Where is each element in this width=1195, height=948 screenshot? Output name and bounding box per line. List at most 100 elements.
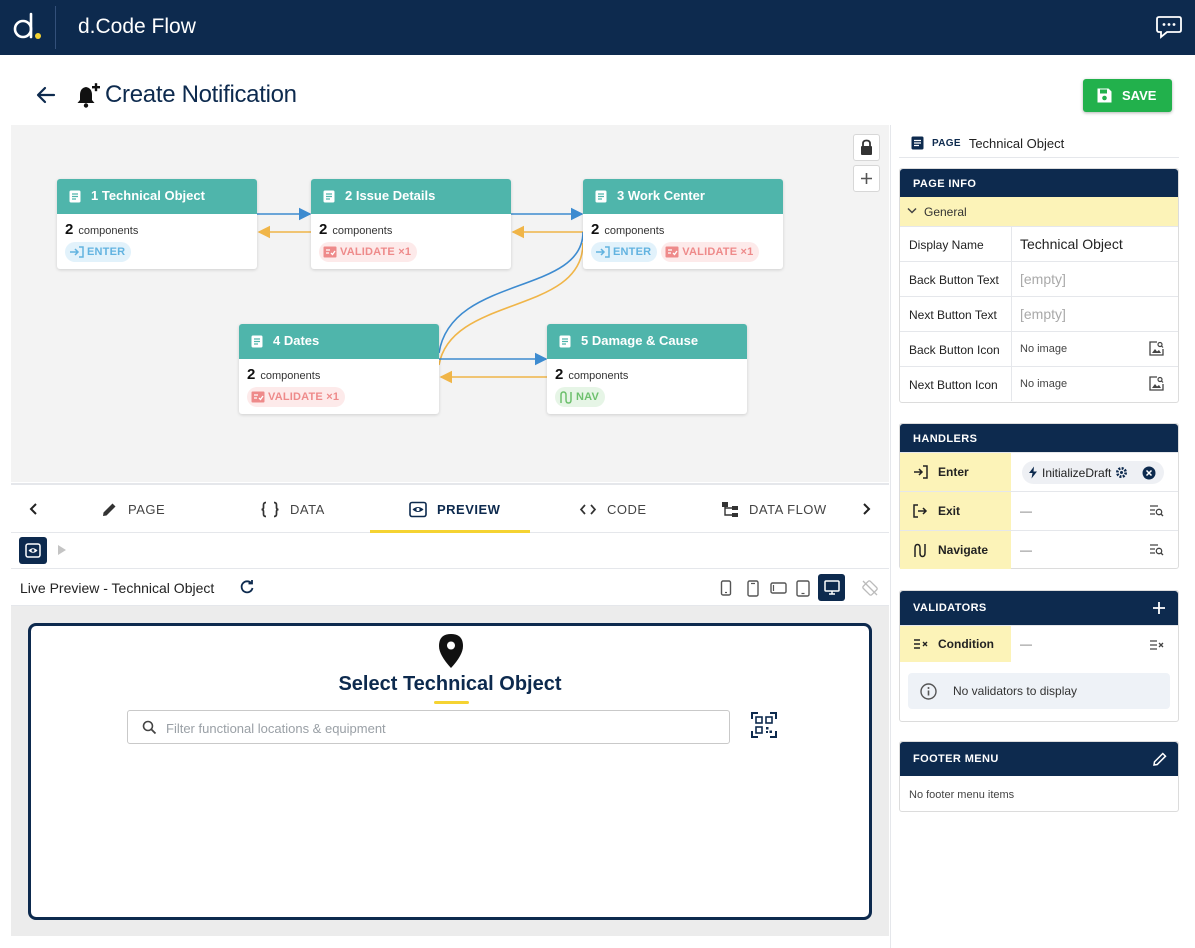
node-title: 3 Work Center (617, 188, 705, 203)
node-header: 4 Dates (239, 324, 439, 359)
chat-icon[interactable] (1155, 14, 1183, 40)
enter-icon (70, 246, 84, 258)
selection-header: PAGE Technical Object (911, 133, 1064, 153)
floppy-disk-icon (1097, 88, 1112, 103)
node-component-count: 2 components (247, 366, 321, 383)
select-handler-icon[interactable] (1149, 543, 1164, 556)
validator-condition-row: Condition — (900, 625, 1178, 662)
page-icon (251, 335, 263, 348)
edit-footer-icon[interactable] (1152, 751, 1168, 767)
handler-enter-row: Enter InitializeDraft (900, 452, 1178, 491)
validate-badge: VALIDATE ×1 (319, 242, 418, 262)
next-button-text-row[interactable]: Next Button Text [empty] (900, 296, 1178, 331)
node-title: 2 Issue Details (345, 188, 436, 203)
tab-preview[interactable]: PREVIEW (409, 485, 500, 533)
back-arrow-icon[interactable] (35, 85, 57, 105)
search-input[interactable] (166, 717, 716, 739)
editor-tabs: PAGE DATA PREVIEW CODE DATA FLOW (11, 483, 889, 533)
node-header: 1 Technical Object (57, 179, 257, 214)
selection-kind: PAGE (932, 137, 961, 149)
remove-handler-icon[interactable] (1142, 466, 1156, 480)
lock-icon (861, 139, 872, 155)
page-header: Create Notification SAVE (0, 55, 1195, 125)
gear-icon[interactable] (1115, 466, 1128, 479)
select-condition-icon[interactable] (1149, 638, 1165, 651)
footer-empty-message: No footer menu items (909, 789, 1015, 801)
app-logo (13, 12, 41, 39)
lock-button[interactable] (853, 134, 880, 161)
next-button-icon-row: Next Button Icon No image (900, 366, 1178, 401)
node-component-count: 2 components (65, 221, 139, 238)
bolt-icon (1029, 466, 1037, 479)
handler-chip-initialize-draft[interactable]: InitializeDraft (1022, 461, 1164, 484)
zoom-in-button[interactable] (853, 165, 880, 192)
functional-location-search[interactable] (127, 710, 730, 744)
tab-scroll-left-icon[interactable] (24, 499, 44, 519)
preview-mode-button[interactable] (19, 537, 47, 564)
device-phone-small-button[interactable] (713, 575, 739, 601)
node-title: 4 Dates (273, 333, 320, 348)
route-icon (560, 390, 572, 404)
node-title: 5 Damage & Cause (581, 333, 699, 348)
back-button-text-value[interactable]: [empty] (1020, 271, 1066, 287)
refresh-icon[interactable] (238, 578, 256, 596)
braces-icon (261, 501, 279, 517)
flow-node-technical-object[interactable]: 1 Technical Object 2 components ENTER (57, 179, 257, 269)
back-button-text-row[interactable]: Back Button Text [empty] (900, 261, 1178, 296)
phone-landscape-icon (769, 582, 787, 594)
display-name-value[interactable]: Technical Object (1020, 236, 1123, 252)
preview-area: Select Technical Object (11, 606, 889, 936)
general-group-toggle[interactable]: General (900, 197, 1178, 226)
next-button-text-value[interactable]: [empty] (1020, 306, 1066, 322)
enter-badge: ENTER (65, 242, 132, 262)
page-icon (69, 190, 81, 203)
save-button[interactable]: SAVE (1083, 79, 1172, 112)
tab-scroll-right-icon[interactable] (856, 499, 876, 519)
node-component-count: 2 components (319, 221, 393, 238)
page-icon (595, 190, 607, 203)
desktop-icon (823, 580, 840, 595)
qr-scan-icon[interactable] (751, 712, 777, 738)
device-phone-button[interactable] (740, 575, 766, 601)
rotate-button[interactable] (857, 575, 883, 601)
panel-divider (899, 157, 1179, 158)
tab-code[interactable]: CODE (579, 485, 647, 533)
tab-data-flow[interactable]: DATA FLOW (721, 485, 827, 533)
device-frame: Select Technical Object (28, 623, 872, 920)
next-button-icon-value: No image (1020, 378, 1068, 390)
chevron-down-icon (907, 207, 917, 214)
topbar-divider (55, 6, 56, 49)
handler-exit-value: — (1020, 504, 1032, 518)
validator-condition-value: — (1020, 637, 1032, 651)
device-tablet-button[interactable] (790, 575, 816, 601)
save-label: SAVE (1122, 88, 1157, 103)
handler-chip-label: InitializeDraft (1042, 465, 1112, 480)
app-title: d.Code Flow (78, 15, 196, 38)
node-header: 5 Damage & Cause (547, 324, 747, 359)
page-info-card: PAGE INFO General Display Name Technical… (899, 168, 1179, 403)
select-handler-icon[interactable] (1149, 504, 1164, 517)
eye-icon (25, 543, 41, 558)
flow-node-work-center[interactable]: 3 Work Center 2 components ENTER VALIDAT… (583, 179, 783, 269)
condition-icon (914, 639, 928, 649)
eye-icon (409, 501, 427, 517)
flow-node-damage-cause[interactable]: 5 Damage & Cause 2 components NAV (547, 324, 747, 414)
code-icon (579, 503, 597, 515)
page-icon (323, 190, 335, 203)
flow-node-dates[interactable]: 4 Dates 2 components VALIDATE ×1 (239, 324, 439, 414)
back-button-icon-value: No image (1020, 343, 1068, 355)
tab-data[interactable]: DATA (260, 485, 325, 533)
flow-node-issue-details[interactable]: 2 Issue Details 2 components VALIDATE ×1 (311, 179, 511, 269)
display-name-row[interactable]: Display Name Technical Object (900, 226, 1178, 261)
image-search-icon[interactable] (1149, 341, 1164, 356)
exit-icon (913, 504, 928, 518)
device-desktop-button[interactable] (818, 574, 845, 601)
play-icon[interactable] (57, 544, 67, 556)
image-search-icon[interactable] (1149, 376, 1164, 391)
add-validator-icon[interactable] (1150, 599, 1168, 617)
device-phone-landscape-button[interactable] (765, 575, 791, 601)
tab-page[interactable]: PAGE (101, 485, 165, 533)
page-icon (911, 136, 924, 150)
flow-canvas[interactable]: 1 Technical Object 2 components ENTER 2 … (11, 125, 889, 482)
node-header: 3 Work Center (583, 179, 783, 214)
